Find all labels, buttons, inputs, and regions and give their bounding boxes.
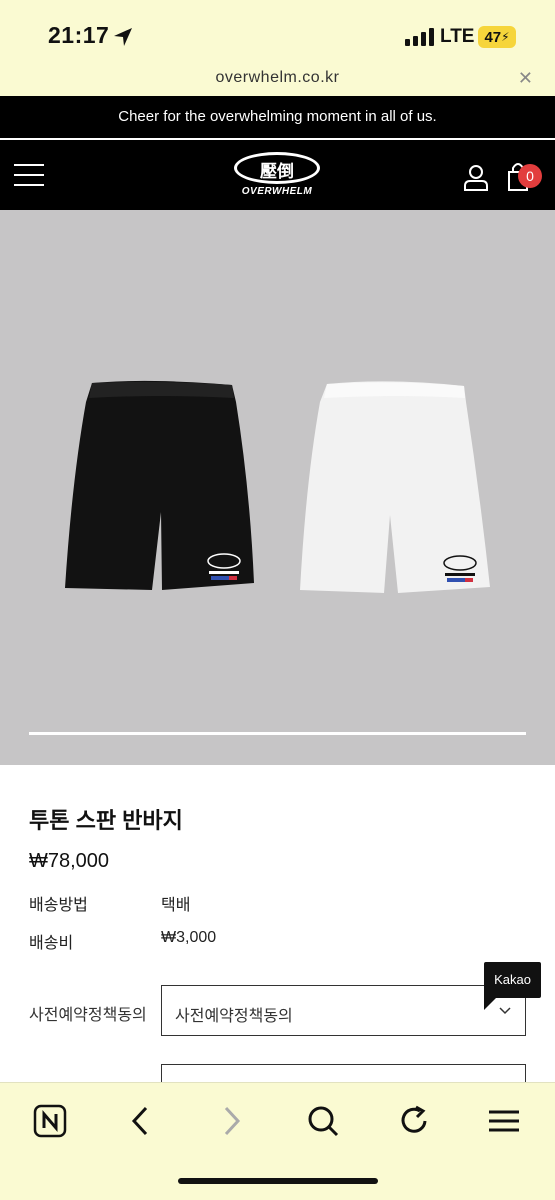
logo-wordmark: OVERWHELM bbox=[241, 186, 313, 197]
shipping-fee-label: 배송비 bbox=[29, 935, 74, 952]
shipping-fee-value: ₩3,000 bbox=[161, 929, 217, 946]
search-icon[interactable] bbox=[305, 1103, 341, 1139]
battery-level: 47 bbox=[484, 28, 502, 46]
battery-icon: 47 ⚡ bbox=[478, 26, 516, 48]
network-type: LTE bbox=[440, 26, 475, 47]
user-icon[interactable] bbox=[462, 164, 490, 192]
logo-kanji: 壓倒 bbox=[260, 162, 294, 182]
product-gallery[interactable] bbox=[0, 210, 555, 765]
product-image bbox=[65, 380, 490, 593]
option-label: 사전예약정책동의 bbox=[29, 1007, 147, 1024]
naver-home-icon[interactable] bbox=[32, 1103, 68, 1139]
shipping-method-value: 택배 bbox=[161, 897, 191, 914]
product-title: 투톤 스판 반바지 bbox=[29, 808, 183, 833]
status-bar: 21:17 LTE 47 ⚡ bbox=[0, 0, 555, 60]
menu-more-icon[interactable] bbox=[486, 1103, 522, 1139]
url-bar[interactable]: overwhelm.co.kr ✕ bbox=[0, 60, 555, 96]
location-arrow-icon bbox=[114, 28, 132, 46]
preorder-policy-select[interactable]: 사전예약정책동의 bbox=[161, 985, 526, 1036]
select-value: 사전예약정책동의 bbox=[175, 1008, 293, 1025]
cart-button[interactable]: 0 bbox=[506, 160, 544, 192]
white-shorts-image bbox=[300, 381, 490, 593]
chevron-down-icon bbox=[499, 1007, 511, 1015]
url-text[interactable]: overwhelm.co.kr bbox=[0, 69, 555, 87]
menu-icon[interactable] bbox=[14, 164, 44, 186]
kakao-bubble-tail bbox=[484, 996, 498, 1010]
cart-count-badge: 0 bbox=[518, 164, 542, 188]
forward-icon[interactable] bbox=[214, 1103, 250, 1139]
black-shorts-image bbox=[65, 380, 254, 590]
signal-icon bbox=[405, 28, 434, 46]
back-icon[interactable] bbox=[122, 1103, 158, 1139]
kakao-chat-button[interactable]: Kakao bbox=[484, 962, 541, 998]
refresh-icon[interactable] bbox=[396, 1103, 432, 1139]
shipping-method-label: 배송방법 bbox=[29, 897, 88, 914]
announcement-banner: Cheer for the overwhelming moment in all… bbox=[0, 96, 555, 138]
site-logo[interactable]: 壓倒 OVERWHELM bbox=[234, 152, 320, 198]
home-indicator bbox=[178, 1178, 378, 1184]
gallery-progress-bar bbox=[29, 732, 526, 735]
close-icon[interactable]: ✕ bbox=[518, 68, 533, 89]
status-time: 21:17 bbox=[48, 22, 110, 48]
product-price: ₩78,000 bbox=[29, 850, 110, 872]
